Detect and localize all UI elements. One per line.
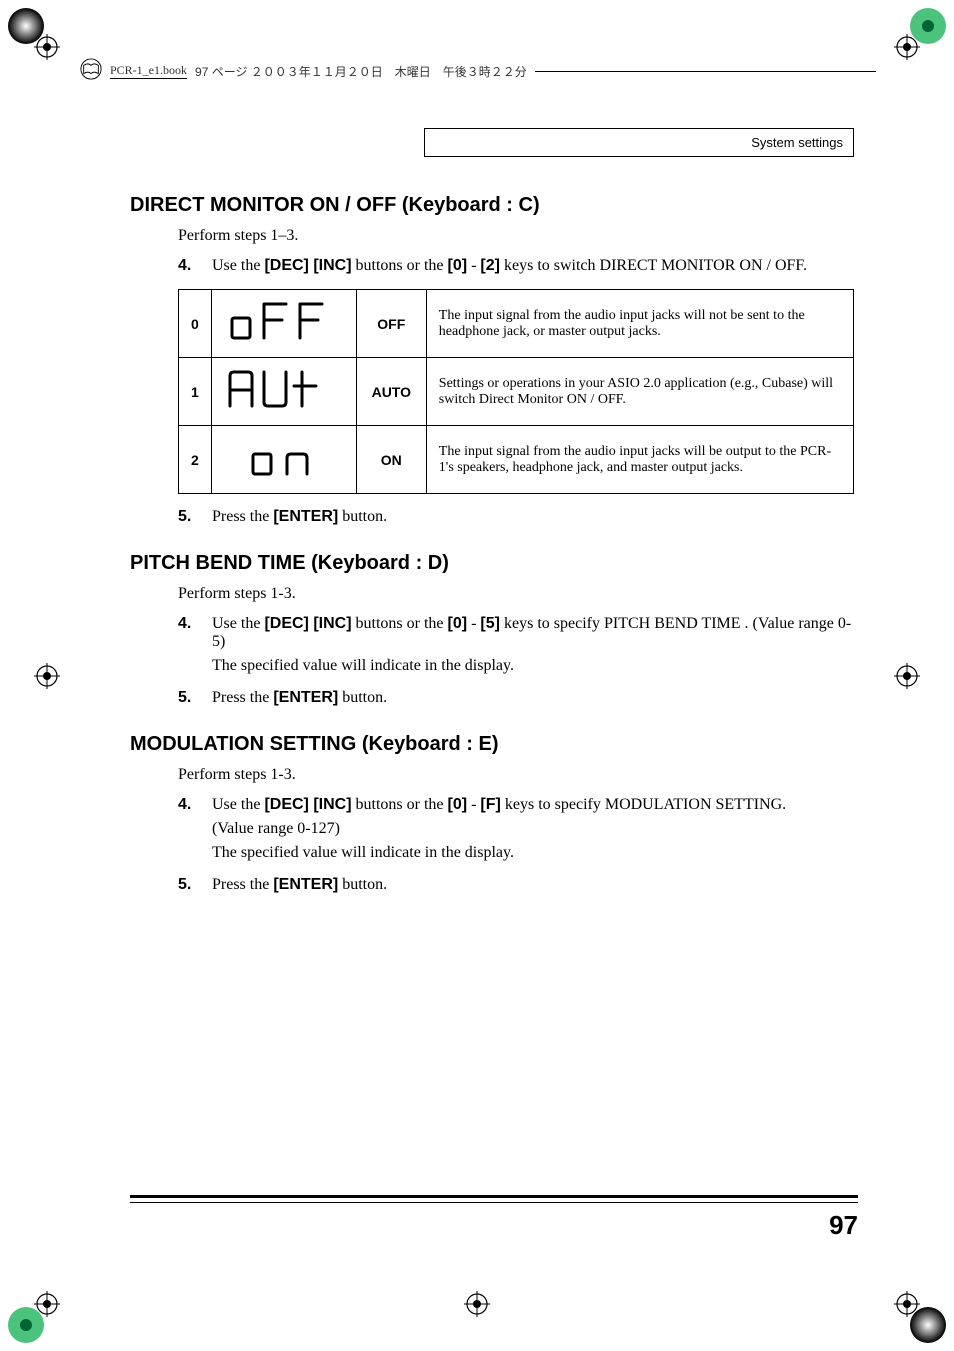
step-subtext: The specified value will indicate in the… bbox=[212, 844, 854, 862]
step-subtext: (Value range 0-127) bbox=[212, 820, 854, 838]
key-label: [DEC] [INC] bbox=[264, 615, 351, 632]
registration-mark-icon bbox=[894, 663, 920, 689]
key-label: [ENTER] bbox=[273, 689, 338, 706]
registration-mark-icon bbox=[34, 663, 60, 689]
section-title-pitch-bend: PITCH BEND TIME (Keyboard : D) bbox=[130, 552, 854, 575]
page-content: DIRECT MONITOR ON / OFF (Keyboard : C) P… bbox=[130, 168, 854, 908]
header-pageinfo: 97 ページ ２００３年１１月２０日 木曜日 午後３時２２分 bbox=[195, 63, 527, 80]
footer-rule bbox=[130, 1195, 858, 1203]
section-title-modulation: MODULATION SETTING (Keyboard : E) bbox=[130, 733, 854, 756]
step-number: 5. bbox=[178, 689, 202, 707]
registration-mark-icon bbox=[34, 1291, 60, 1317]
key-label: [0] bbox=[448, 796, 468, 813]
row-label: AUTO bbox=[356, 358, 426, 426]
key-label: [ENTER] bbox=[273, 876, 338, 893]
row-label: ON bbox=[356, 426, 426, 494]
key-label: [0] bbox=[448, 257, 468, 274]
registration-mark-icon bbox=[894, 1291, 920, 1317]
registration-mark-icon bbox=[34, 34, 60, 60]
step-number: 4. bbox=[178, 615, 202, 675]
step-subtext: The specified value will indicate in the… bbox=[212, 657, 854, 675]
display-icon bbox=[211, 358, 356, 426]
step-body: Use the [DEC] [INC] buttons or the [0] -… bbox=[212, 257, 854, 275]
list-item: 5. Press the [ENTER] button. bbox=[178, 508, 854, 526]
step-body: Press the [ENTER] button. bbox=[212, 689, 854, 707]
section-title-direct-monitor: DIRECT MONITOR ON / OFF (Keyboard : C) bbox=[130, 194, 854, 217]
list-item: 4. Use the [DEC] [INC] buttons or the [0… bbox=[178, 796, 854, 862]
row-desc: The input signal from the audio input ja… bbox=[426, 290, 853, 358]
book-icon bbox=[80, 58, 102, 84]
step-body: Press the [ENTER] button. bbox=[212, 508, 854, 526]
list-item: 5. Press the [ENTER] button. bbox=[178, 876, 854, 894]
list-item: 4. Use the [DEC] [INC] buttons or the [0… bbox=[178, 615, 854, 675]
step-number: 4. bbox=[178, 257, 202, 275]
row-index: 2 bbox=[179, 426, 212, 494]
step-number: 5. bbox=[178, 508, 202, 526]
direct-monitor-intro: Perform steps 1–3. bbox=[178, 227, 854, 245]
key-label: [DEC] [INC] bbox=[264, 796, 351, 813]
row-index: 0 bbox=[179, 290, 212, 358]
row-desc: Settings or operations in your ASIO 2.0 … bbox=[426, 358, 853, 426]
step-body: Press the [ENTER] button. bbox=[212, 876, 854, 894]
table-row: 2 ON The input signal from the audio inp… bbox=[179, 426, 854, 494]
registration-mark-icon bbox=[894, 34, 920, 60]
header-filename: PCR-1_e1.book bbox=[110, 63, 187, 79]
key-label: [DEC] [INC] bbox=[264, 257, 351, 274]
direct-monitor-table: 0 OFF The input signal from the audio in… bbox=[178, 289, 854, 494]
display-icon bbox=[211, 290, 356, 358]
modulation-intro: Perform steps 1-3. bbox=[178, 766, 854, 784]
display-icon bbox=[211, 426, 356, 494]
row-index: 1 bbox=[179, 358, 212, 426]
page-number: 97 bbox=[829, 1210, 858, 1241]
registration-mark-icon bbox=[464, 1291, 490, 1317]
row-desc: The input signal from the audio input ja… bbox=[426, 426, 853, 494]
list-item: 5. Press the [ENTER] button. bbox=[178, 689, 854, 707]
key-label: [2] bbox=[480, 257, 500, 274]
key-label: [ENTER] bbox=[273, 508, 338, 525]
list-item: 4. Use the [DEC] [INC] buttons or the [0… bbox=[178, 257, 854, 275]
table-row: 0 OFF The input signal from the audio in… bbox=[179, 290, 854, 358]
row-label: OFF bbox=[356, 290, 426, 358]
breadcrumb: System settings bbox=[424, 128, 854, 157]
step-number: 4. bbox=[178, 796, 202, 862]
step-body: Use the [DEC] [INC] buttons or the [0] -… bbox=[212, 615, 854, 675]
key-label: [F] bbox=[480, 796, 500, 813]
pitch-bend-intro: Perform steps 1-3. bbox=[178, 585, 854, 603]
step-number: 5. bbox=[178, 876, 202, 894]
key-label: [0] bbox=[448, 615, 468, 632]
key-label: [5] bbox=[480, 615, 500, 632]
table-row: 1 AUTO Settings or operations in your AS… bbox=[179, 358, 854, 426]
breadcrumb-label: System settings bbox=[751, 135, 843, 150]
step-body: Use the [DEC] [INC] buttons or the [0] -… bbox=[212, 796, 854, 862]
header-strip: PCR-1_e1.book 97 ページ ２００３年１１月２０日 木曜日 午後３… bbox=[80, 58, 876, 84]
